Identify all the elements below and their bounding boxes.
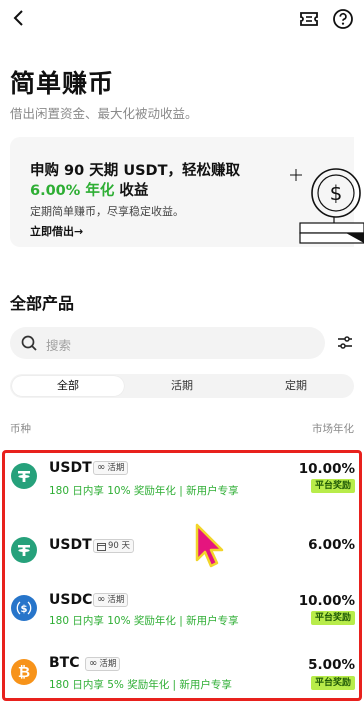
tab-fixed[interactable]: 定期 [240, 376, 352, 396]
lend-now-link[interactable]: 立即借出→ [30, 223, 83, 239]
infinity-icon: ∞ [89, 658, 98, 669]
banner-rate-suffix: 收益 [114, 183, 149, 199]
coin-name: USDC [49, 592, 93, 608]
tab-flexible[interactable]: 活期 [126, 376, 238, 396]
search-placeholder: 搜索 [46, 338, 72, 353]
ticket-button[interactable] [298, 8, 320, 30]
svg-text:$: $ [330, 181, 343, 205]
promo-banner[interactable]: 申购 90 天期 USDT，轻松赚取 6.00% 年化 收益 定期简单赚币，尽享… [10, 137, 364, 247]
infinity-icon: ∞ [97, 594, 106, 605]
product-list: USDT ∞ 活期 180 日内享 10% 奖励年化 | 新用户专享 10.00… [2, 450, 362, 701]
btc-icon: ₿ [11, 659, 37, 685]
cursor-pointer-icon [195, 523, 224, 568]
product-row[interactable]: USDT 90 天 6.00% [5, 517, 359, 581]
apr-value: 6.00% [308, 537, 355, 553]
promo-text: 180 日内享 10% 奖励年化 | 新用户专享 [49, 615, 239, 627]
banner-rate-line: 6.00% 年化 收益 [30, 179, 148, 200]
search-input[interactable]: 搜索 [10, 327, 325, 359]
tag-label: 90 天 [108, 541, 131, 551]
tag-label: 活期 [107, 463, 125, 473]
product-type-tag: 90 天 [93, 539, 135, 553]
product-type-tag: ∞ 活期 [93, 461, 129, 475]
column-header-apr: 市场年化 [312, 423, 354, 435]
banner-description: 定期简单赚币，尽享稳定收益。 [30, 205, 184, 218]
banner-rate: 6.00% 年化 [30, 183, 115, 199]
platform-reward-badge: 平台奖励 [310, 611, 355, 625]
chevron-left-icon [13, 10, 23, 26]
page-subtitle: 借出闲置资金、最大化被动收益。 [10, 106, 198, 121]
apr-value: 5.00% [308, 657, 355, 673]
apr-value: 10.00% [298, 593, 355, 609]
tag-label: 活期 [99, 659, 117, 669]
product-row[interactable]: ₿ BTC ∞ 活期 180 日内享 5% 奖励年化 | 新用户专享 5.00%… [5, 645, 359, 701]
coin-name: BTC [49, 655, 80, 671]
usdc-icon: $ [11, 595, 37, 621]
usdt-icon [11, 537, 37, 563]
banner-headline: 申购 90 天期 USDT，轻松赚取 [30, 163, 240, 179]
platform-reward-badge: 平台奖励 [310, 676, 355, 690]
coin-illustration-icon: $ [290, 168, 364, 244]
product-row[interactable]: $ USDC ∞ 活期 180 日内享 10% 奖励年化 | 新用户专享 10.… [5, 581, 359, 645]
apr-value: 10.00% [298, 461, 355, 477]
coin-name: USDT [49, 460, 92, 476]
help-button[interactable] [332, 8, 354, 30]
svg-text:$: $ [21, 604, 28, 615]
calendar-icon [97, 542, 106, 551]
product-row[interactable]: USDT ∞ 活期 180 日内享 10% 奖励年化 | 新用户专享 10.00… [5, 453, 359, 517]
product-tabs: 全部 活期 定期 [10, 374, 354, 398]
usdt-icon [11, 463, 37, 489]
search-icon [21, 335, 37, 351]
filter-icon[interactable] [336, 334, 354, 352]
promo-text: 180 日内享 10% 奖励年化 | 新用户专享 [49, 485, 239, 497]
page-title: 简单赚币 [10, 69, 115, 98]
column-header-coin: 币种 [10, 423, 31, 435]
question-circle-icon [333, 9, 353, 29]
top-bar [0, 0, 364, 40]
product-type-tag: ∞ 活期 [85, 657, 121, 671]
infinity-icon: ∞ [97, 462, 106, 473]
product-type-tag: ∞ 活期 [93, 593, 129, 607]
tag-label: 活期 [107, 595, 125, 605]
coin-name: USDT [49, 537, 92, 553]
section-title: 全部产品 [10, 294, 75, 313]
platform-reward-badge: 平台奖励 [310, 479, 355, 493]
back-button[interactable] [8, 7, 30, 29]
ticket-icon [300, 12, 318, 26]
promo-text: 180 日内享 5% 奖励年化 | 新用户专享 [49, 679, 232, 691]
tab-all[interactable]: 全部 [12, 376, 124, 396]
